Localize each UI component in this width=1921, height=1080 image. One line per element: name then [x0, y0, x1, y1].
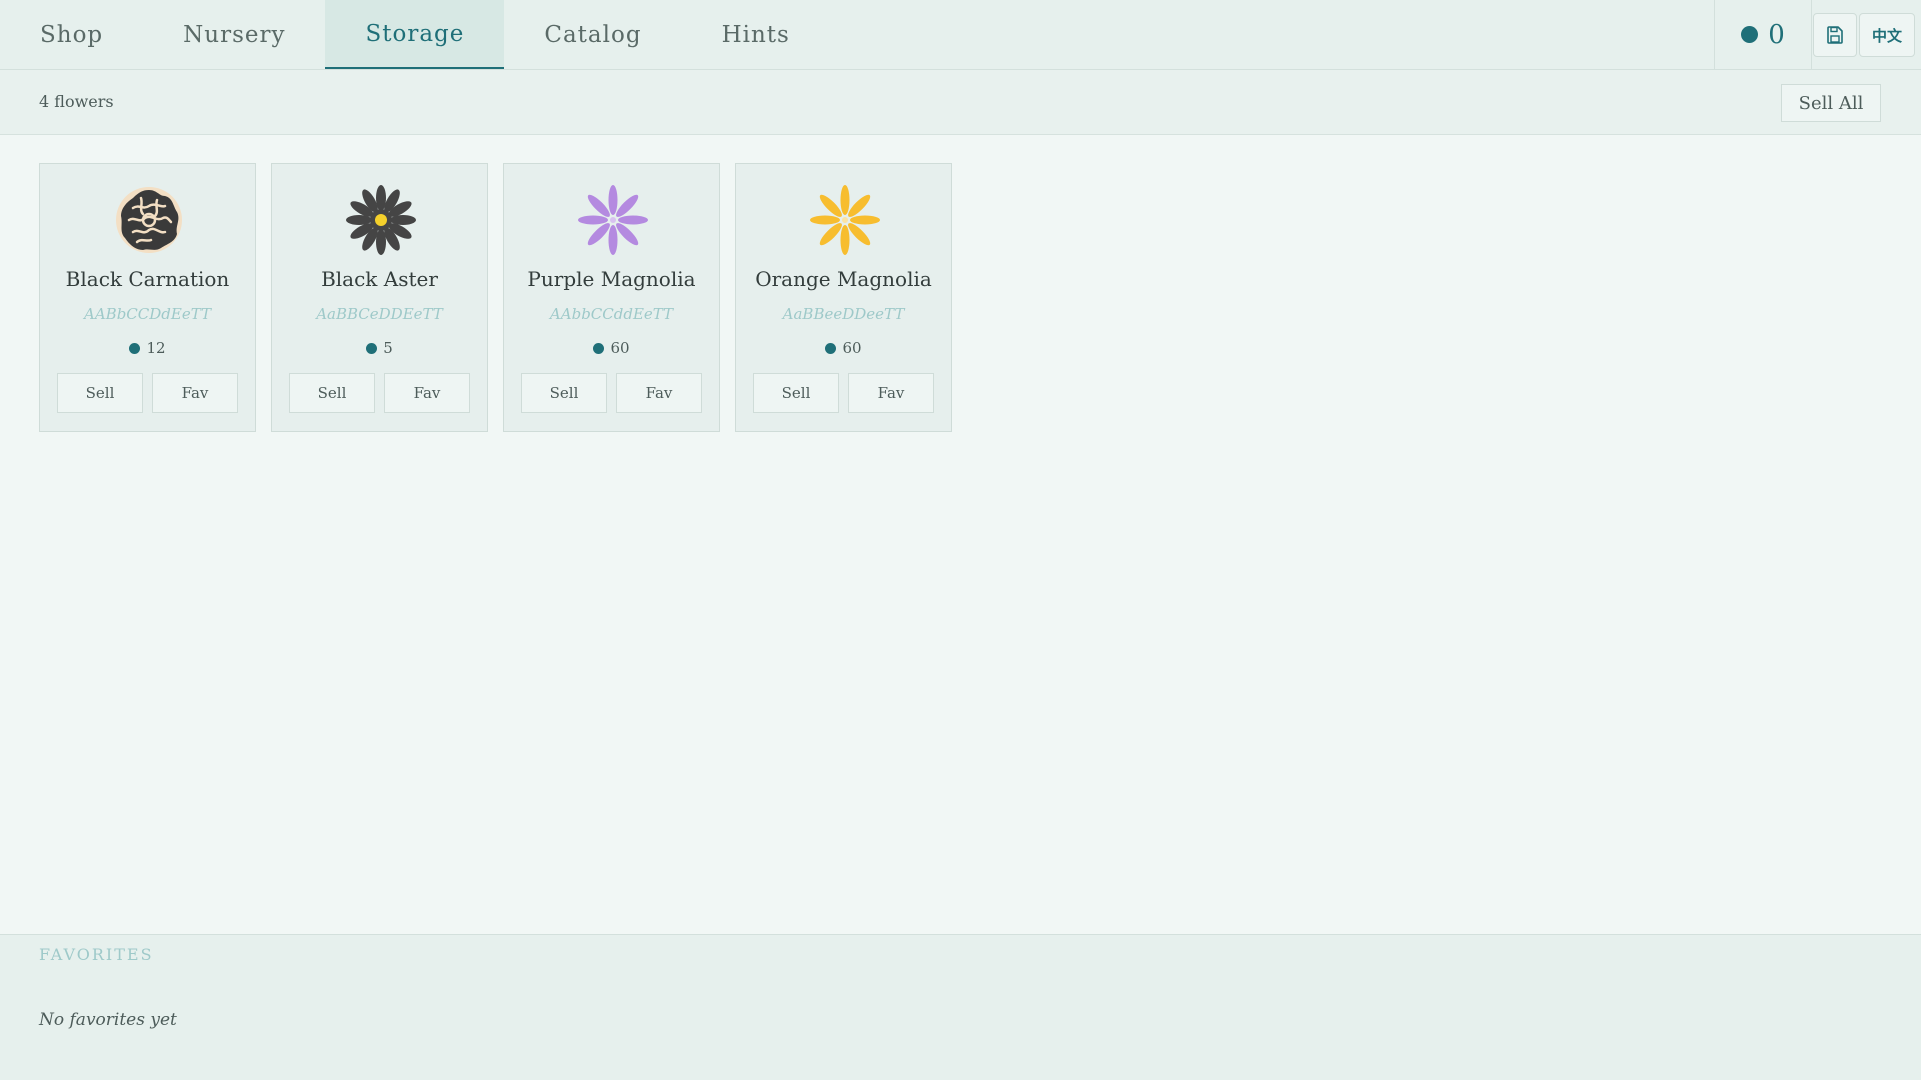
flower-price: 5 — [272, 339, 487, 357]
coin-icon — [593, 342, 605, 354]
flower-name: Purple Magnolia — [527, 267, 696, 291]
flower-card: Black Aster AaBBCeDDEeTT 5 Sell Fav — [271, 163, 488, 432]
favorites-empty-message: No favorites yet — [39, 1010, 177, 1030]
flower-price: 12 — [40, 339, 255, 357]
tab-shop[interactable]: Shop — [0, 0, 143, 69]
flower-price-value: 60 — [610, 339, 630, 357]
flower-name: Black Aster — [321, 267, 438, 291]
coin-icon — [366, 342, 378, 354]
sell-button[interactable]: Sell — [753, 373, 839, 413]
coin-icon — [1741, 26, 1759, 43]
tab-storage[interactable]: Storage — [325, 0, 505, 69]
flower-genes: AaBBCeDDEeTT — [316, 305, 443, 323]
sell-button[interactable]: Sell — [289, 373, 375, 413]
sell-button[interactable]: Sell — [57, 373, 143, 413]
flower-count: 4 flowers — [39, 92, 114, 111]
tab-nursery[interactable]: Nursery — [143, 0, 325, 69]
save-button[interactable] — [1813, 13, 1857, 57]
sell-button[interactable]: Sell — [521, 373, 607, 413]
favorites-heading: FAVORITES — [39, 945, 154, 964]
coin-balance: 0 — [1714, 0, 1812, 69]
save-icon — [1827, 26, 1843, 44]
flower-price-value: 12 — [146, 339, 166, 357]
coin-icon — [129, 342, 141, 354]
coin-count: 0 — [1768, 19, 1785, 50]
aster-flower-icon — [346, 185, 416, 255]
language-toggle-button[interactable]: 中文 — [1859, 13, 1915, 57]
flower-genes: AAbbCCddEeTT — [549, 305, 674, 323]
tab-hints[interactable]: Hints — [682, 0, 830, 69]
magnolia-flower-icon — [810, 185, 880, 255]
fav-button[interactable]: Fav — [848, 373, 934, 413]
flower-name: Orange Magnolia — [755, 267, 932, 291]
top-nav-bar: Shop Nursery Storage Catalog Hints 0 中文 — [0, 0, 1921, 70]
flower-card: Purple Magnolia AAbbCCddEeTT 60 Sell Fav — [503, 163, 720, 432]
flower-card: Black Carnation AABbCCDdEeTT 12 Sell Fav — [39, 163, 256, 432]
flower-price: 60 — [504, 339, 719, 357]
flower-price-value: 60 — [842, 339, 862, 357]
flower-card-grid: Black Carnation AABbCCDdEeTT 12 Sell Fav — [39, 163, 952, 432]
flower-genes: AABbCCDdEeTT — [84, 305, 211, 323]
flower-price-value: 5 — [383, 339, 393, 357]
flower-name: Black Carnation — [65, 267, 230, 291]
fav-button[interactable]: Fav — [152, 373, 238, 413]
tab-catalog[interactable]: Catalog — [504, 0, 681, 69]
storage-toolbar: 4 flowers Sell All — [0, 70, 1921, 135]
fav-button[interactable]: Fav — [384, 373, 470, 413]
favorites-panel: FAVORITES No favorites yet — [0, 934, 1921, 1080]
fav-button[interactable]: Fav — [616, 373, 702, 413]
main-tabs: Shop Nursery Storage Catalog Hints — [0, 0, 830, 69]
sell-all-button[interactable]: Sell All — [1781, 84, 1881, 122]
flower-genes: AaBBeeDDeeTT — [782, 305, 905, 323]
magnolia-flower-icon — [578, 185, 648, 255]
flower-card: Orange Magnolia AaBBeeDDeeTT 60 Sell Fav — [735, 163, 952, 432]
coin-icon — [825, 342, 837, 354]
flower-price: 60 — [736, 339, 951, 357]
carnation-flower-icon — [116, 187, 182, 253]
